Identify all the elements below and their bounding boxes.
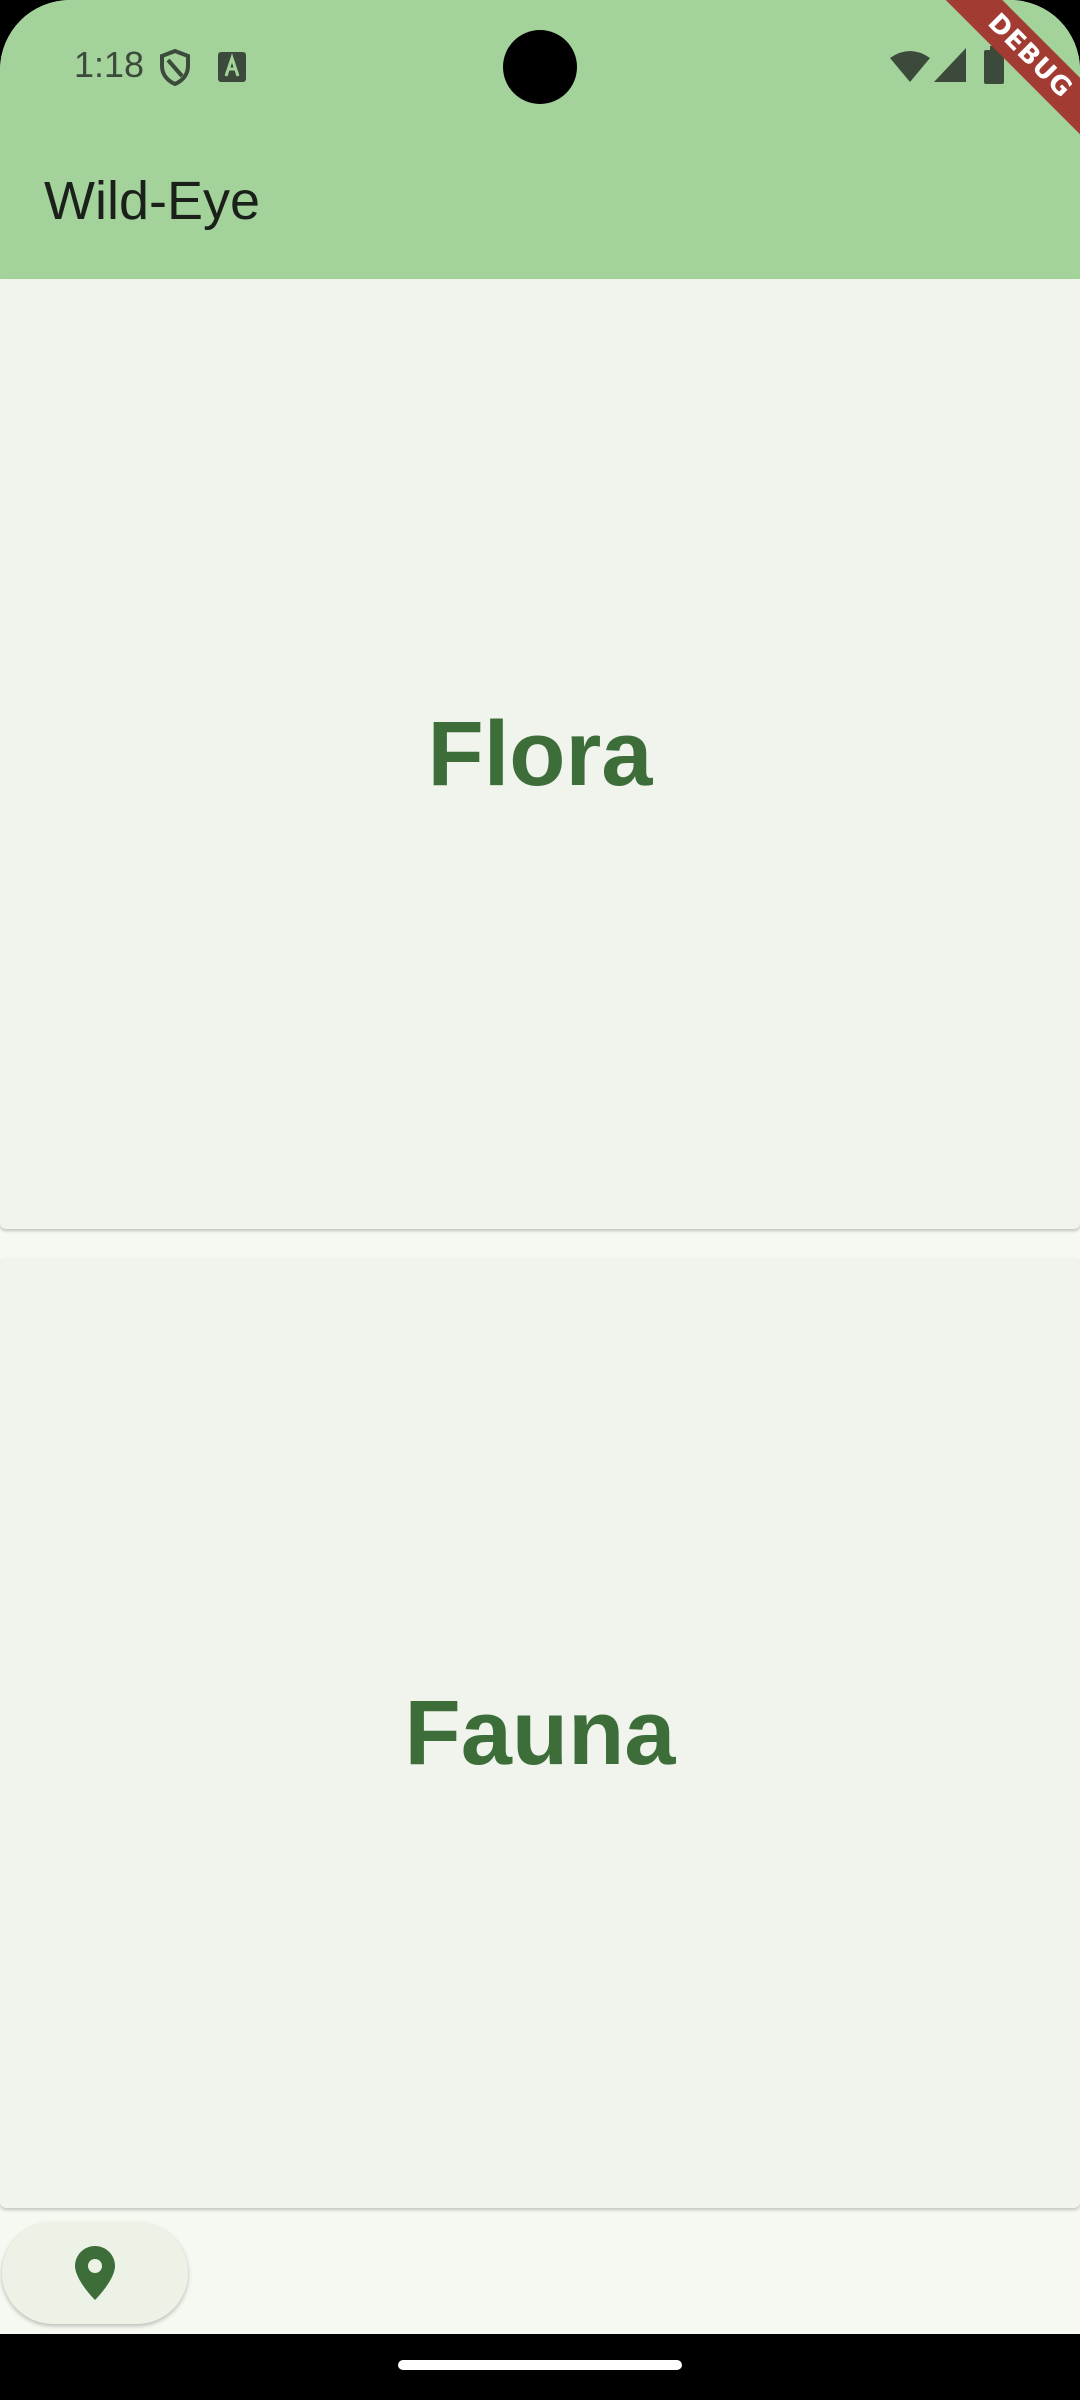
flora-card[interactable]: Flora	[0, 279, 1080, 1229]
location-pin-icon	[75, 2246, 115, 2300]
fauna-card[interactable]: Fauna	[0, 1258, 1080, 2208]
text-a-icon	[218, 52, 246, 82]
app-screen: 1:18 Wild-Eye Flora Fauna DEBUG	[0, 0, 1080, 2334]
fauna-label: Fauna	[404, 1681, 676, 1784]
flora-label: Flora	[427, 702, 653, 805]
app-title: Wild-Eye	[44, 171, 261, 231]
signal-icon	[934, 48, 966, 82]
camera-cutout	[503, 30, 577, 104]
status-time: 1:18	[74, 44, 145, 85]
app-bar: 1:18 Wild-Eye	[0, 0, 1080, 279]
shield-icon	[160, 48, 190, 86]
wifi-icon	[890, 51, 930, 82]
location-button[interactable]	[2, 2222, 188, 2324]
gesture-nav-bar[interactable]	[398, 2360, 682, 2370]
